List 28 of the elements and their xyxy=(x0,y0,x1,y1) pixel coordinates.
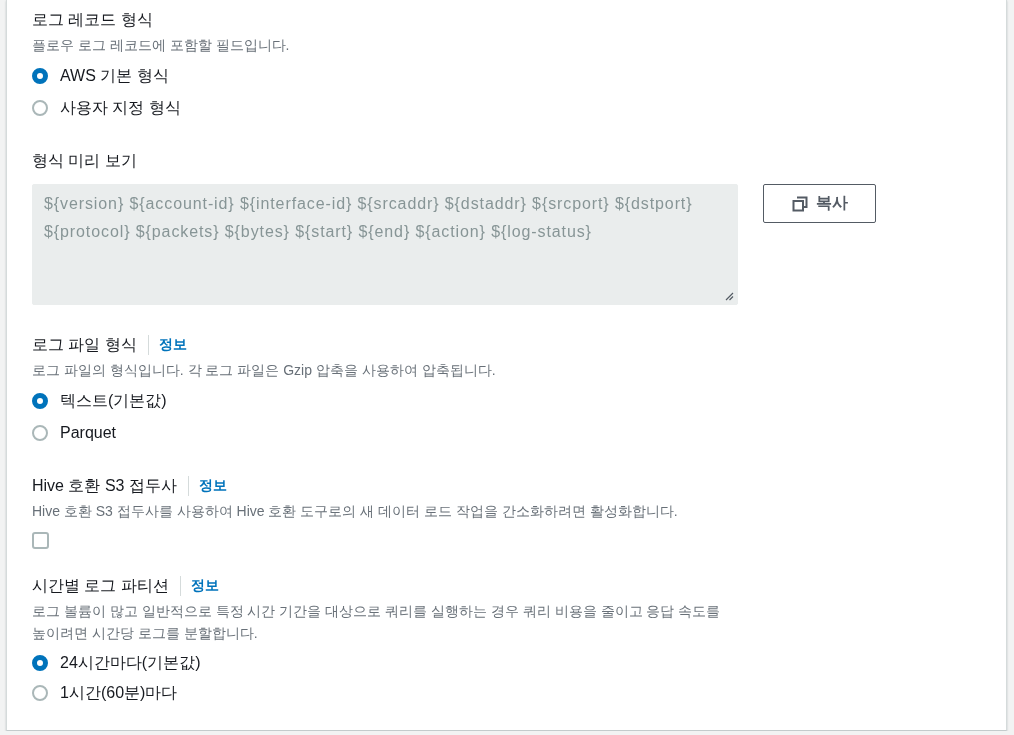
section-title: Hive 호환 S3 접두사 xyxy=(32,476,177,496)
radio-button[interactable] xyxy=(32,68,48,84)
section-title: 형식 미리 보기 xyxy=(32,151,137,171)
info-link[interactable]: 정보 xyxy=(158,336,187,354)
option-label[interactable]: 사용자 지정 형식 xyxy=(60,97,181,119)
section-description: 플로우 로그 레코드에 포함할 필드입니다. xyxy=(32,36,291,55)
option-label[interactable]: 텍스트(기본값) xyxy=(60,390,167,412)
section-description: Hive 호환 S3 접두사를 사용하여 Hive 호환 도구로의 새 데이터 로드 작업을 간소화하려면 활성화합니다. xyxy=(32,502,679,521)
section-title: 시간별 로그 파티션 xyxy=(32,576,169,596)
copy-button[interactable]: 복사 xyxy=(763,184,876,223)
radio-button[interactable] xyxy=(32,393,48,409)
option-label[interactable]: 24시간마다(기본값) xyxy=(60,652,201,674)
option-label[interactable]: Parquet xyxy=(60,422,117,444)
radio-button[interactable] xyxy=(32,685,48,701)
radio-button[interactable] xyxy=(32,655,48,671)
option-label[interactable]: AWS 기본 형식 xyxy=(60,65,169,87)
checkbox[interactable] xyxy=(32,532,49,549)
resize-handle-icon[interactable] xyxy=(725,292,734,301)
section-title: 로그 레코드 형식 xyxy=(32,10,153,30)
section-description: 로그 볼륨이 많고 일반적으로 특정 시간 기간을 대상으로 쿼리를 실행하는 경우 쿼리 비용을 줄이고 응답 속도를 높이려면 시간당 로그를 분할합니다. xyxy=(32,602,722,643)
copy-icon xyxy=(791,195,808,212)
radio-button[interactable] xyxy=(32,425,48,441)
radio-button[interactable] xyxy=(32,100,48,116)
option-label[interactable]: 1시간(60분)마다 xyxy=(60,682,178,704)
section-description: 로그 파일의 형식입니다. 각 로그 파일은 Gzip 압축을 사용하여 압축됩니다. xyxy=(32,361,497,380)
info-link[interactable]: 정보 xyxy=(198,477,227,495)
info-link[interactable]: 정보 xyxy=(190,577,219,595)
section-title: 로그 파일 형식 xyxy=(32,335,137,355)
